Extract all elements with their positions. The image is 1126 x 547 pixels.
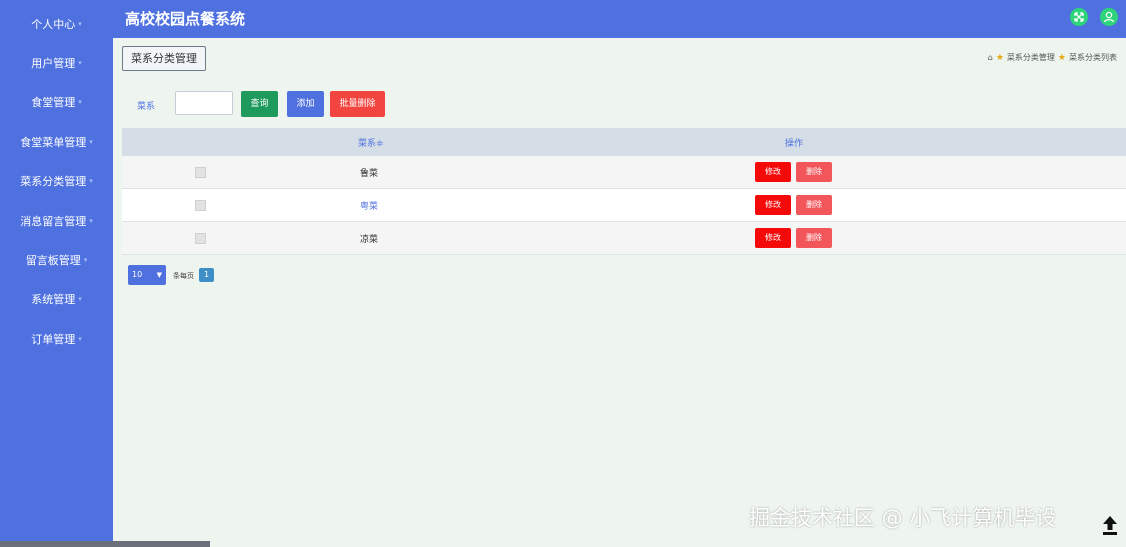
query-button[interactable]: 查询 (241, 91, 278, 117)
caret-down-icon: ▾ (78, 98, 82, 107)
sidebar-item-system[interactable]: 系统管理 ▾ (0, 280, 113, 319)
edit-button[interactable]: 修改 (755, 228, 791, 248)
sidebar-item-label: 食堂菜单管理 (20, 135, 87, 149)
delete-button[interactable]: 删除 (796, 228, 832, 248)
watermark: 掘金技术社区 @ 小飞计算机毕设 (749, 506, 1057, 530)
add-button[interactable]: 添加 (287, 91, 324, 117)
upload-icon-glyph (1103, 516, 1117, 535)
breadcrumb: ⌂ ★ 菜系分类管理 ★ 菜系分类列表 (988, 52, 1117, 63)
cuisine-name: 凉菜 (360, 234, 379, 245)
user-icon-glyph (1103, 11, 1115, 23)
caret-down-icon: ▾ (83, 256, 88, 265)
column-header-cuisine[interactable]: 菜系≑ (358, 136, 384, 149)
star-icon: ★ (1057, 52, 1066, 63)
top-header: 高校校园点餐系统 (113, 0, 1126, 38)
sidebar-item-label: 用户管理 (31, 57, 76, 71)
table-row: 粤菜 修改 删除 (122, 189, 1126, 222)
row-checkbox[interactable] (195, 166, 206, 178)
chevron-down-icon: ▼ (156, 271, 162, 279)
edit-button[interactable]: 修改 (755, 162, 791, 182)
sidebar-item-label: 系统管理 (31, 293, 76, 307)
delete-button[interactable]: 删除 (796, 195, 832, 215)
page-number-button[interactable]: 1 (199, 268, 214, 282)
scroll-top-icon[interactable] (1100, 514, 1120, 536)
page-size-label: 条每页 (173, 272, 194, 280)
sidebar-item-label: 消息留言管理 (20, 214, 87, 228)
caret-down-icon: ▾ (89, 216, 93, 225)
sidebar-item-messages[interactable]: 消息留言管理 ▾ (0, 201, 113, 240)
table-header: 菜系≑ 操作 (122, 129, 1126, 156)
caret-down-icon: ▾ (78, 59, 82, 68)
sidebar-item-label: 订单管理 (31, 332, 76, 346)
breadcrumb-item: 菜系分类列表 (1069, 53, 1117, 62)
sidebar-item-cuisine-category[interactable]: 菜系分类管理 ▾ (0, 162, 113, 201)
table-row: 鲁菜 修改 删除 (122, 156, 1126, 189)
expand-icon[interactable] (1070, 8, 1088, 26)
sidebar-item-canteen[interactable]: 食堂管理 ▾ (0, 83, 113, 122)
search-label: 菜系 (137, 102, 156, 112)
sidebar-item-label: 留言板管理 (25, 254, 81, 268)
batch-delete-button[interactable]: 批量删除 (330, 91, 385, 117)
home-icon[interactable]: ⌂ (988, 53, 993, 62)
caret-down-icon: ▾ (89, 137, 93, 146)
cuisine-table: 菜系≑ 操作 鲁菜 修改 删除 粤菜 修改 删除 凉菜 修改 删除 (122, 128, 1126, 255)
breadcrumb-item[interactable]: 菜系分类管理 (1007, 52, 1055, 63)
caret-down-icon: ▾ (78, 19, 82, 28)
cuisine-name: 鲁菜 (360, 168, 379, 179)
caret-down-icon: ▾ (89, 177, 93, 186)
column-header-actions: 操作 (785, 139, 804, 149)
status-bar (0, 541, 210, 547)
row-actions: 修改 删除 (755, 195, 837, 215)
delete-button[interactable]: 删除 (796, 162, 832, 182)
row-actions: 修改 删除 (755, 162, 837, 182)
sidebar-item-profile[interactable]: 个人中心 ▾ (0, 4, 113, 43)
row-checkbox[interactable] (195, 232, 206, 244)
sidebar-item-label: 菜系分类管理 (20, 175, 87, 189)
cuisine-name: 粤菜 (360, 201, 379, 212)
page-size-select[interactable]: 10 ▼ (128, 265, 166, 285)
page-size-value: 10 (132, 270, 143, 279)
sidebar-item-message-board[interactable]: 留言板管理 ▾ (0, 240, 113, 279)
sidebar-item-users[interactable]: 用户管理 ▾ (0, 43, 113, 82)
star-icon: ★ (995, 52, 1004, 63)
sidebar-item-label: 个人中心 (31, 17, 76, 31)
sidebar-item-orders[interactable]: 订单管理 ▾ (0, 319, 113, 358)
sidebar-item-label: 食堂管理 (31, 96, 76, 110)
sidebar-item-canteen-menu[interactable]: 食堂菜单管理 ▾ (0, 122, 113, 161)
expand-icon-glyph (1074, 12, 1084, 22)
caret-down-icon: ▾ (78, 295, 82, 304)
row-checkbox[interactable] (195, 199, 206, 211)
user-icon[interactable] (1100, 8, 1118, 26)
search-input[interactable] (175, 91, 233, 115)
sidebar: 个人中心 ▾ 用户管理 ▾ 食堂管理 ▾ 食堂菜单管理 ▾ 菜系分类管理 ▾ 消息留言管理… (0, 0, 113, 547)
row-actions: 修改 删除 (755, 228, 837, 248)
edit-button[interactable]: 修改 (755, 195, 791, 215)
app-title: 高校校园点餐系统 (125, 10, 246, 28)
page-tab[interactable]: 菜系分类管理 (122, 46, 206, 71)
table-row: 凉菜 修改 删除 (122, 222, 1126, 255)
caret-down-icon: ▾ (78, 334, 82, 343)
